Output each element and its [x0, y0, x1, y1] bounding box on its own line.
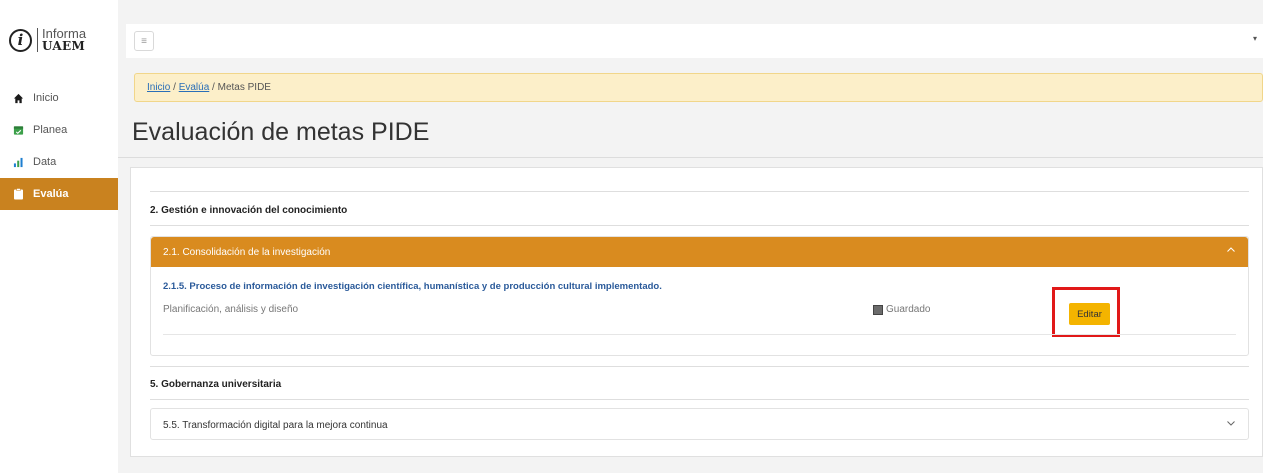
accordion-label: 5.5. Transformación digital para la mejo… [163, 420, 388, 431]
divider [163, 334, 1236, 335]
informa-uaem-logo[interactable]: i Informa UAEM [9, 27, 86, 53]
logo-line2: UAEM [42, 39, 86, 53]
goal-subtitle: Planificación, análisis y diseño [163, 304, 299, 315]
page-title: Evaluación de metas PIDE [132, 118, 430, 146]
status-text: Guardado [886, 304, 931, 315]
edit-button[interactable]: Editar [1069, 303, 1110, 325]
chevron-down-icon[interactable] [1226, 418, 1236, 431]
status-indicator: Guardado [873, 304, 930, 315]
sidebar-nav: Inicio Planea Data Evalúa [0, 82, 118, 210]
breadcrumb-separator: / [209, 82, 218, 93]
sidebar-item-planea[interactable]: Planea [0, 114, 118, 146]
sidebar-item-label: Planea [33, 124, 68, 136]
breadcrumb-separator: / [170, 82, 179, 93]
chart-bars-icon [12, 156, 24, 168]
logo-divider [37, 28, 38, 52]
home-icon [12, 92, 24, 104]
accordion-5-5[interactable]: 5.5. Transformación digital para la mejo… [150, 408, 1249, 440]
section-title: 2. Gestión e innovación del conocimiento [150, 205, 348, 216]
accordion-header[interactable]: 2.1. Consolidación de la investigación [151, 237, 1248, 267]
breadcrumb-current: Metas PIDE [217, 82, 271, 93]
sidebar-item-label: Data [33, 156, 57, 168]
breadcrumb-link-evalua[interactable]: Evalúa [179, 82, 210, 93]
accordion-label: 2.1. Consolidación de la investigación [163, 247, 331, 258]
chevron-up-icon[interactable] [1226, 245, 1236, 258]
app: i Informa UAEM Inicio Planea Data Evalúa… [0, 0, 1263, 473]
sidebar-item-evalua[interactable]: Evalúa [0, 178, 118, 210]
main-content: ≡ ▾ Inicio / Evalúa / Metas PIDE Evaluac… [118, 0, 1263, 473]
section-title: 5. Gobernanza universitaria [150, 379, 282, 390]
divider [150, 191, 1249, 192]
info-logo-icon: i [9, 28, 32, 52]
planea-icon [12, 124, 24, 136]
sidebar-item-label: Evalúa [33, 188, 69, 200]
user-menu-caret-icon[interactable]: ▾ [1253, 34, 1257, 43]
clipboard-icon [12, 188, 24, 200]
menu-toggle-button[interactable]: ≡ [134, 31, 154, 51]
sidebar: i Informa UAEM Inicio Planea Data Evalúa [0, 0, 118, 473]
title-divider [118, 157, 1263, 158]
breadcrumb: Inicio / Evalúa / Metas PIDE [134, 73, 1263, 102]
goals-card: 2. Gestión e innovación del conocimiento… [130, 167, 1263, 457]
sidebar-item-inicio[interactable]: Inicio [0, 82, 118, 114]
sidebar-item-data[interactable]: Data [0, 146, 118, 178]
save-status-icon [873, 304, 883, 315]
divider [150, 399, 1249, 400]
breadcrumb-link-inicio[interactable]: Inicio [147, 82, 170, 93]
logo-text: Informa UAEM [42, 27, 86, 53]
sidebar-item-label: Inicio [33, 92, 59, 104]
topbar: ≡ ▾ [126, 24, 1263, 58]
goal-title: 2.1.5. Proceso de información de investi… [163, 281, 662, 292]
divider [150, 225, 1249, 226]
accordion-2-1: 2.1. Consolidación de la investigación 2… [150, 236, 1249, 356]
divider [150, 366, 1249, 367]
